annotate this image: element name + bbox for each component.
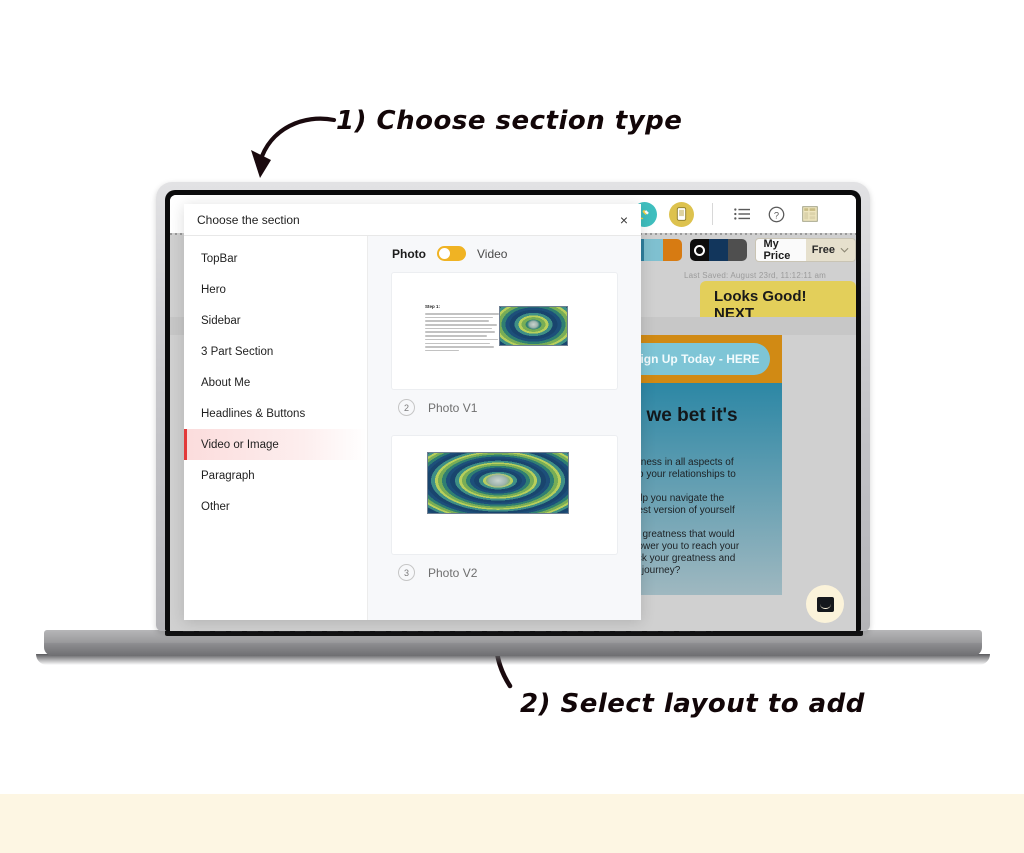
list-icon[interactable] [731, 203, 753, 225]
toggle-label-video[interactable]: Video [477, 247, 507, 261]
modal-body: TopBar Hero Sidebar 3 Part Section About… [184, 236, 641, 620]
palette-right[interactable] [690, 239, 748, 261]
close-icon[interactable]: × [620, 213, 628, 227]
sidebar-item-label: Hero [201, 283, 226, 296]
sidebar-item-3-part-section[interactable]: 3 Part Section [184, 336, 367, 367]
sidebar-item-headlines-buttons[interactable]: Headlines & Buttons [184, 398, 367, 429]
chevron-down-icon [840, 247, 849, 253]
mobile-preview-icon[interactable] [669, 201, 694, 227]
layout-card-photo-v1[interactable]: Step 1: [392, 273, 617, 389]
sidebar-item-label: 3 Part Section [201, 345, 274, 358]
choose-section-modal: Choose the section × TopBar Hero Sidebar… [184, 204, 641, 620]
layout-caption-photo-v1: 2 Photo V1 [392, 389, 617, 428]
templates-icon[interactable] [799, 203, 821, 225]
layout-preview-pane: Photo Video Step 1: 2 Photo V1 3 Photo V… [368, 236, 641, 620]
annotation-step-1: 1) Choose section type [336, 106, 683, 136]
sidebar-item-about-me[interactable]: About Me [184, 367, 367, 398]
signup-button[interactable]: Sign Up Today - HERE [622, 343, 770, 375]
svg-text:?: ? [773, 210, 778, 220]
sidebar-item-label: Video or Image [201, 438, 279, 451]
layout-name[interactable]: Photo V1 [428, 401, 477, 415]
photo-video-toggle-row: Photo Video [392, 246, 617, 261]
thumb-ripple-image [499, 306, 568, 346]
laptop-bezel: ? My Price Free Last Saved: August 23rd,… [165, 190, 861, 631]
bottom-color-band [0, 794, 1024, 853]
photo-video-toggle[interactable] [437, 246, 466, 261]
swatch[interactable] [663, 239, 683, 261]
section-type-list: TopBar Hero Sidebar 3 Part Section About… [184, 236, 368, 620]
sidebar-item-label: Other [201, 500, 230, 513]
layout-caption-photo-v2: 3 Photo V2 [392, 554, 617, 593]
thumb-step-title: Step 1: [425, 304, 441, 309]
sidebar-item-hero[interactable]: Hero [184, 274, 367, 305]
toolbar-divider [712, 203, 713, 225]
swatch[interactable] [709, 239, 729, 261]
swatch[interactable] [644, 239, 664, 261]
help-icon[interactable]: ? [765, 203, 787, 225]
layout-name[interactable]: Photo V2 [428, 566, 477, 580]
modal-title: Choose the section [197, 212, 300, 227]
layout-number-badge: 3 [398, 564, 415, 581]
sidebar-item-video-or-image[interactable]: Video or Image [184, 429, 367, 460]
sidebar-item-label: Sidebar [201, 314, 241, 327]
thumb-ripple-image [427, 452, 569, 514]
sidebar-item-sidebar[interactable]: Sidebar [184, 305, 367, 336]
laptop-lid: ? My Price Free Last Saved: August 23rd,… [156, 182, 870, 631]
sidebar-item-label: About Me [201, 376, 251, 389]
sidebar-item-label: Paragraph [201, 469, 255, 482]
chat-bubble-icon[interactable] [806, 585, 844, 623]
laptop-screen: ? My Price Free Last Saved: August 23rd,… [170, 195, 856, 631]
screenshot-root: 1) Choose section type 2) Select layout … [0, 0, 1024, 853]
sidebar-item-paragraph[interactable]: Paragraph [184, 460, 367, 491]
price-label: My Price [756, 239, 806, 261]
sidebar-item-label: Headlines & Buttons [201, 407, 306, 420]
price-value-text: Free [811, 244, 835, 256]
last-saved-text: Last Saved: August 23rd, 11:12:11 am [683, 271, 827, 280]
swatch[interactable] [728, 239, 748, 261]
annotation-step-2: 2) Select layout to add [520, 689, 865, 719]
layout-card-photo-v2[interactable] [392, 436, 617, 554]
layout-number-badge: 2 [398, 399, 415, 416]
thumb-text-lines [425, 313, 499, 354]
toggle-label-photo[interactable]: Photo [392, 247, 426, 261]
price-selector[interactable]: My Price Free [755, 238, 856, 262]
swatch-selected[interactable] [690, 239, 710, 261]
sidebar-item-label: TopBar [201, 252, 238, 265]
modal-header: Choose the section × [184, 204, 641, 236]
sidebar-item-topbar[interactable]: TopBar [184, 243, 367, 274]
price-value[interactable]: Free [805, 239, 855, 261]
sidebar-item-other[interactable]: Other [184, 491, 367, 522]
annotation-arrow-1 [251, 116, 337, 178]
